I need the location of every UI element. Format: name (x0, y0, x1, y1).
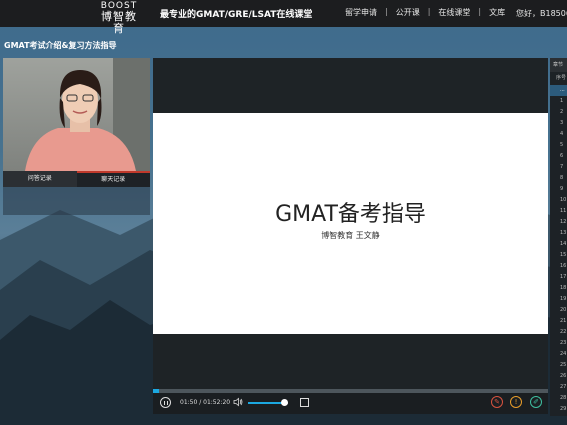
edit-icon[interactable]: ✐ (530, 396, 542, 408)
nav-item-library[interactable]: 文库 (489, 7, 505, 18)
chapter-row[interactable]: 10 (550, 195, 567, 206)
chapter-row[interactable]: 20 (550, 305, 567, 316)
teacher-video[interactable] (3, 58, 150, 171)
note-icon[interactable]: ✎ (491, 396, 503, 408)
chapter-row[interactable]: 1 (550, 96, 567, 107)
slide-subtitle: 博智教育 王文静 (321, 231, 380, 240)
chapter-header: 章节 (550, 58, 567, 72)
chapter-list: 章节 序号 ... 1 2 3 4 5 6 7 8 9 10 11 12 13 14 15 16 17 18 19 20… (550, 58, 567, 416)
progress-fill (153, 389, 160, 393)
tab-chat-records[interactable]: 聊天记录 (76, 171, 150, 187)
chapter-row[interactable]: 11 (550, 206, 567, 217)
volume-fill (248, 402, 284, 404)
boost-logo[interactable]: BOOST 博智教育 (97, 1, 141, 35)
chapter-row[interactable]: 9 (550, 184, 567, 195)
slide-content: GMAT备考指导 博智教育 王文静 (153, 113, 548, 334)
chapter-row[interactable]: 22 (550, 327, 567, 338)
chapter-col-header: 序号 (556, 75, 567, 81)
pause-icon[interactable] (160, 397, 171, 408)
chapter-row[interactable]: 5 (550, 140, 567, 151)
chapter-row[interactable]: 19 (550, 294, 567, 305)
chapter-row[interactable]: 27 (550, 382, 567, 393)
info-icon[interactable]: ! (510, 396, 522, 408)
chapter-row[interactable]: 29 (550, 404, 567, 415)
nav-separator: | (385, 7, 388, 16)
site-slogan: 最专业的GMAT/GRE/LSAT在线课堂 (160, 10, 313, 20)
chapter-row[interactable]: 7 (550, 162, 567, 173)
chapter-row[interactable]: 28 (550, 393, 567, 404)
chapter-row[interactable]: 17 (550, 272, 567, 283)
slide-title: GMAT备考指导 (275, 202, 426, 227)
nav-item-open-class[interactable]: 公开课 (396, 7, 420, 18)
user-greeting[interactable]: 您好，B18506 (516, 8, 567, 19)
chat-panel (3, 187, 150, 215)
volume-knob[interactable] (281, 399, 288, 406)
chapter-row[interactable]: 25 (550, 360, 567, 371)
side-tabs: 问答记录 聊天记录 (3, 171, 150, 187)
chapter-row[interactable]: 15 (550, 250, 567, 261)
chapter-row[interactable]: 6 (550, 151, 567, 162)
nav-separator: | (478, 7, 482, 16)
chapter-row[interactable]: ... (550, 85, 567, 96)
chapter-row[interactable]: 8 (550, 173, 567, 184)
progress-bar[interactable] (153, 389, 548, 393)
nav-separator: | (427, 7, 431, 16)
volume-slider[interactable] (248, 399, 288, 406)
playback-time: 01:50 / 01:52:20 (180, 399, 231, 406)
chapter-row[interactable]: 23 (550, 338, 567, 349)
chapter-row[interactable]: 18 (550, 283, 567, 294)
top-navigation-bar: BOOST 博智教育 最专业的GMAT/GRE/LSAT在线课堂 留学申请 | … (0, 0, 567, 35)
chapter-row[interactable]: 2 (550, 107, 567, 118)
teacher-figure (25, 70, 136, 171)
nav-item-study-abroad[interactable]: 留学申请 (345, 7, 377, 18)
main-nav: 留学申请 | 公开课 | 在线课堂 | 文库 (345, 7, 505, 18)
chapter-row[interactable]: 3 (550, 118, 567, 129)
chapter-row[interactable]: 4 (550, 129, 567, 140)
volume-icon[interactable] (233, 397, 243, 407)
chapter-row[interactable]: 21 (550, 316, 567, 327)
chapter-row[interactable]: 26 (550, 371, 567, 382)
nav-item-online-class[interactable]: 在线课堂 (438, 7, 470, 18)
chapter-row[interactable]: 24 (550, 349, 567, 360)
chapter-row[interactable]: 16 (550, 261, 567, 272)
chapter-row[interactable]: 14 (550, 239, 567, 250)
tab-qa-records[interactable]: 问答记录 (3, 171, 77, 187)
chapter-row[interactable]: 13 (550, 228, 567, 239)
logo-text-cn: 博智教育 (101, 10, 137, 35)
chapter-row[interactable]: 12 (550, 217, 567, 228)
course-title: GMAT考试介绍&复习方法指导 (4, 41, 117, 50)
fullscreen-icon[interactable] (300, 398, 309, 407)
